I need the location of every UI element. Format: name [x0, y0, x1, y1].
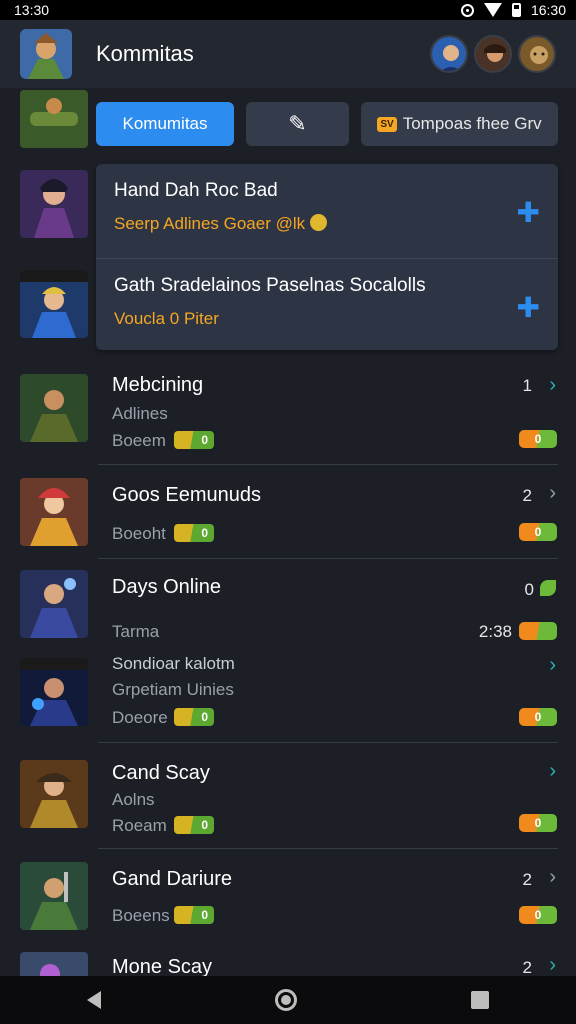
item-line: Grpetiam Uinies [112, 680, 234, 699]
list-item[interactable]: Days Online Tarma 0 2:38 [0, 568, 576, 648]
list-item[interactable]: Goos Eemunuds Boeoht 0 2 › 0 [0, 474, 576, 560]
battery-icon [511, 3, 521, 17]
item-count: 0 [524, 580, 534, 599]
tab-label: Tompoas fhee Grv [402, 114, 542, 133]
item-title: Mone Scay [112, 956, 213, 976]
app-logo[interactable] [20, 29, 72, 79]
list-item[interactable]: Sondioar kalotm Grpetiam Uinies Doeore 0… [0, 654, 576, 742]
status-badge: 0 [519, 906, 557, 924]
featured-subtitle: Voucla 0 Piter [114, 309, 219, 328]
emoji-icon [309, 214, 327, 231]
home-icon[interactable] [275, 989, 297, 1011]
item-title: Mebcining [112, 374, 204, 396]
app-title: Kommitas [96, 41, 194, 66]
featured-title: Hand Dah Roc Bad [114, 180, 278, 201]
add-icon[interactable]: ✚ [517, 196, 540, 229]
item-title: Gand Dariure [112, 868, 233, 890]
recents-icon[interactable] [471, 991, 489, 1009]
item-count: 2 [522, 486, 532, 505]
status-bar: 13:30 16:30 [0, 0, 576, 20]
chevron-right-icon[interactable]: › [549, 374, 556, 397]
chevron-right-icon[interactable]: › [549, 954, 556, 976]
item-line: Sondioar kalotm [112, 654, 235, 673]
item-count: 2 [522, 870, 532, 889]
app-bar: Kommitas [0, 20, 576, 88]
leaf-icon [540, 580, 556, 596]
pen-icon: ✎ [288, 111, 307, 136]
status-badge: 0 [519, 523, 557, 541]
item-count: 1 [522, 376, 532, 395]
system-nav-bar [0, 976, 576, 1024]
game-thumbnail[interactable] [20, 570, 88, 638]
item-title: Days Online [112, 576, 221, 598]
chevron-right-icon[interactable]: › [549, 654, 556, 677]
item-line: Aolns [112, 790, 155, 809]
game-thumbnail[interactable] [20, 478, 88, 546]
item-line: Tarma [112, 622, 160, 641]
featured-card: Hand Dah Roc Bad Seerp Adlines Goaer @lk… [96, 164, 558, 350]
status-badge [519, 622, 557, 640]
game-thumbnail[interactable] [20, 374, 88, 442]
avatar[interactable] [430, 35, 468, 73]
featured-item[interactable]: Hand Dah Roc Bad Seerp Adlines Goaer @lk… [96, 164, 558, 256]
featured-item[interactable]: Gath Sradelainos Paselnas Socalolls Vouc… [96, 258, 558, 350]
avatar[interactable] [518, 35, 556, 73]
chevron-right-icon[interactable]: › [549, 482, 556, 505]
back-icon[interactable] [87, 991, 101, 1009]
status-pill: 0 [174, 708, 214, 726]
tab-komumitas[interactable]: Komumitas [96, 102, 234, 146]
status-pill: 0 [174, 524, 214, 542]
featured-subtitle: Seerp Adlines Goaer @lk [114, 214, 540, 234]
status-clock: 16:30 [530, 2, 566, 18]
add-icon[interactable]: ✚ [517, 291, 540, 324]
location-icon [460, 3, 474, 17]
item-title: Goos Eemunuds [112, 484, 261, 506]
list-item[interactable]: Gand Dariure Boeens 0 2 › 0 [0, 858, 576, 946]
game-thumbnail[interactable] [20, 658, 88, 726]
status-pill: 0 [174, 906, 214, 924]
game-thumbnail[interactable] [20, 952, 88, 976]
tab-pen[interactable]: ✎ [246, 102, 349, 146]
chevron-right-icon[interactable]: › [549, 866, 556, 889]
game-thumbnail[interactable] [20, 170, 88, 238]
list-item[interactable]: Mone Scay 2 › [0, 950, 576, 976]
feed[interactable]: Komumitas ✎ SV Tompoas fhee Grv Hand Dah… [0, 88, 576, 976]
item-line: Boeem [112, 431, 166, 450]
game-thumbnail[interactable] [20, 760, 88, 828]
status-pill: 0 [174, 431, 214, 449]
list-item[interactable]: Mebcining Adlines Boeem 0 1 › 0 [0, 370, 576, 466]
item-time: 2:38 [478, 622, 512, 641]
item-title: Cand Scay [112, 762, 210, 784]
item-line: Boeoht [112, 524, 166, 543]
featured-title: Gath Sradelainos Paselnas Socalolls [114, 275, 426, 296]
wifi-icon [483, 3, 502, 17]
status-badge: 0 [519, 814, 557, 832]
status-pill: 0 [174, 816, 214, 834]
game-thumbnail[interactable] [20, 270, 88, 338]
item-line: Boeens [112, 906, 170, 925]
avatar[interactable] [474, 35, 512, 73]
status-badge: 0 [519, 430, 557, 448]
status-time: 13:30 [14, 2, 50, 18]
game-thumbnail[interactable] [20, 90, 88, 148]
item-line: Roeam [112, 816, 167, 835]
tag-icon: SV [377, 116, 397, 132]
status-badge: 0 [519, 708, 557, 726]
list-item[interactable]: Cand Scay Aolns Roeam 0 › 0 [0, 752, 576, 842]
item-line: Adlines [112, 404, 168, 423]
item-line: Doeore [112, 708, 168, 727]
item-count: 2 [522, 958, 532, 976]
tab-tompoas[interactable]: SV Tompoas fhee Grv [361, 102, 558, 146]
game-thumbnail[interactable] [20, 862, 88, 930]
chevron-right-icon[interactable]: › [549, 760, 556, 783]
tab-bar: Komumitas ✎ SV Tompoas fhee Grv [96, 102, 558, 146]
